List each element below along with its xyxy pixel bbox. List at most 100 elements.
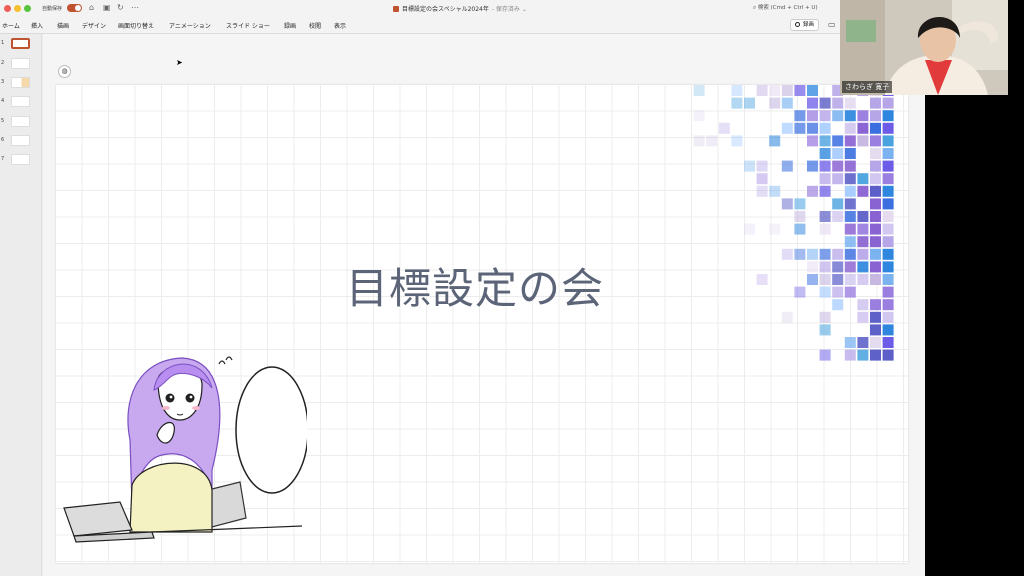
mosaic-tile <box>819 324 831 336</box>
tab-insert[interactable]: 挿入 <box>31 21 43 30</box>
tab-animations[interactable]: アニメーション <box>169 21 211 30</box>
record-button[interactable]: 録画 <box>790 19 820 31</box>
mosaic-tile <box>819 110 831 122</box>
mosaic-tile <box>870 274 881 285</box>
mosaic-tile <box>807 135 818 147</box>
tab-design[interactable]: デザイン <box>82 21 106 30</box>
mosaic-tile <box>844 337 856 348</box>
tab-slideshow[interactable]: スライド ショー <box>226 21 270 30</box>
slide-thumbnail-1[interactable] <box>11 38 30 49</box>
mosaic-tile <box>882 337 894 348</box>
mosaic-tile <box>844 286 856 298</box>
mosaic-tile <box>882 349 894 361</box>
mosaic-tile <box>744 97 755 109</box>
mosaic-tile <box>882 97 894 109</box>
mosaic-tile <box>857 135 869 147</box>
mosaic-tile <box>844 135 856 147</box>
slide-thumbnail-5[interactable] <box>11 116 30 127</box>
slide-title[interactable]: 目標設定の会 <box>346 255 604 316</box>
mosaic-tile <box>844 248 856 260</box>
thumb-number: 2 <box>1 60 5 66</box>
mosaic-tile <box>882 236 894 248</box>
slide-thumbnail-4[interactable] <box>11 96 30 107</box>
mosaic-tile <box>882 223 894 235</box>
mosaic-tile <box>870 198 881 210</box>
mosaic-tile <box>744 160 755 172</box>
title-bar: 自動保存 ⌂ ▣ ↻ ⋯ 目標設定の会スペシャル2024年 - 保存済み ⌄ ⌕ … <box>0 0 925 17</box>
tab-review[interactable]: 校閲 <box>309 21 321 30</box>
mosaic-tile <box>870 148 881 159</box>
mosaic-tile <box>794 286 806 298</box>
mosaic-tile <box>857 211 869 222</box>
mosaic-tile <box>870 110 881 122</box>
mosaic-tile <box>857 223 869 235</box>
mosaic-tile <box>807 122 818 134</box>
mosaic-tile <box>857 248 869 260</box>
mosaic-tile <box>819 173 831 185</box>
autosave-toggle[interactable] <box>67 4 82 12</box>
tab-record[interactable]: 録画 <box>284 21 296 30</box>
mosaic-tile <box>819 122 831 134</box>
mosaic-tile <box>807 97 818 109</box>
mosaic-tile <box>870 97 881 109</box>
slide-thumbnail-7[interactable] <box>11 154 30 165</box>
mosaic-tile <box>781 311 793 323</box>
thumb-number: 6 <box>1 137 5 143</box>
mosaic-tile <box>756 274 768 285</box>
mosaic-tile <box>718 122 730 134</box>
mosaic-tile <box>807 274 818 285</box>
mosaic-tile <box>832 135 844 147</box>
mosaic-tile <box>870 211 881 222</box>
mosaic-tile <box>870 223 881 235</box>
mosaic-tile <box>832 286 844 298</box>
mosaic-tile <box>870 122 881 134</box>
mosaic-tile <box>769 97 781 109</box>
close-window-button[interactable] <box>4 5 11 12</box>
document-title[interactable]: 目標設定の会スペシャル2024年 - 保存済み ⌄ <box>393 4 527 13</box>
mosaic-tile <box>882 248 894 260</box>
mosaic-tile <box>832 248 844 260</box>
tab-draw[interactable]: 描画 <box>57 21 69 30</box>
video-call-participant-tile[interactable]: さわらぎ 寛子 <box>840 0 1008 95</box>
mosaic-tile <box>882 286 894 298</box>
mosaic-tile <box>844 97 856 109</box>
mosaic-tile <box>807 85 818 96</box>
search-input[interactable]: ⌕ 検索 (Cmd + Ctrl + U) <box>753 3 837 14</box>
mosaic-tile <box>756 85 768 96</box>
tab-view[interactable]: 表示 <box>334 21 346 30</box>
slide-thumbnail-pane: 1 2 3 4 5 6 7 <box>0 34 42 576</box>
mosaic-tile <box>832 211 844 222</box>
mosaic-tile <box>819 261 831 273</box>
mosaic-tile <box>844 236 856 248</box>
mosaic-tile <box>756 173 768 185</box>
zoom-window-button[interactable] <box>24 5 31 12</box>
mosaic-tile <box>819 160 831 172</box>
mosaic-tile <box>882 110 894 122</box>
mosaic-tile <box>731 97 743 109</box>
mosaic-tile <box>781 248 793 260</box>
mosaic-tile <box>769 223 781 235</box>
slide-thumbnail-6[interactable] <box>11 135 30 146</box>
slide-thumbnail-2[interactable] <box>11 58 30 69</box>
house-icon[interactable]: ⌂ <box>89 2 94 14</box>
comment-icon[interactable]: ▭ <box>828 20 836 29</box>
designer-icon[interactable]: ◍ <box>58 65 71 78</box>
mosaic-tile <box>769 135 781 147</box>
mosaic-tile <box>819 311 831 323</box>
tab-transitions[interactable]: 画面切り替え <box>118 21 154 30</box>
more-icon[interactable]: ⋯ <box>131 2 139 14</box>
minimize-window-button[interactable] <box>14 5 21 12</box>
thumb-number: 5 <box>1 118 5 124</box>
tab-home[interactable]: ホーム <box>2 21 20 30</box>
thumb-number: 7 <box>1 156 5 162</box>
mosaic-tile <box>756 160 768 172</box>
mosaic-tile <box>844 185 856 197</box>
mosaic-tile <box>844 274 856 285</box>
mosaic-tile <box>819 286 831 298</box>
slide[interactable]: 目標設定の会 <box>56 85 908 563</box>
save-icon[interactable]: ▣ <box>103 2 111 14</box>
undo-icon[interactable]: ↻ <box>117 2 124 14</box>
mosaic-tile <box>870 248 881 260</box>
slide-thumbnail-3[interactable] <box>11 77 30 88</box>
thinking-girl-illustration <box>63 356 307 543</box>
